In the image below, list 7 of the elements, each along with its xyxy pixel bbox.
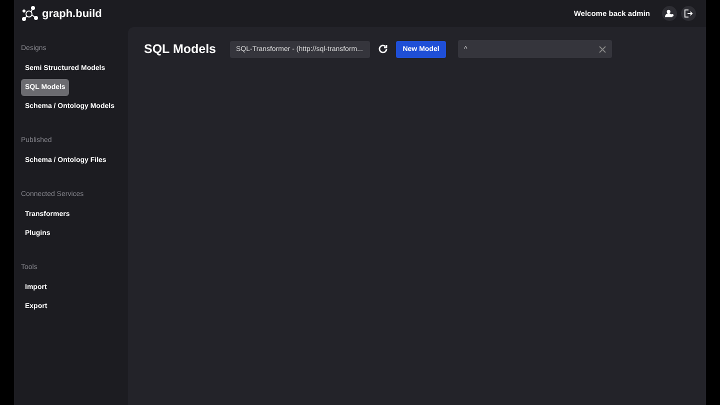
user-settings-icon[interactable] [662, 6, 677, 21]
refresh-icon[interactable] [378, 44, 388, 54]
clear-icon[interactable] [599, 46, 606, 52]
app-logo-text: graph.build [42, 8, 102, 20]
logout-icon[interactable] [681, 6, 696, 21]
logo-icon [22, 6, 38, 22]
page-title: SQL Models [144, 42, 216, 56]
